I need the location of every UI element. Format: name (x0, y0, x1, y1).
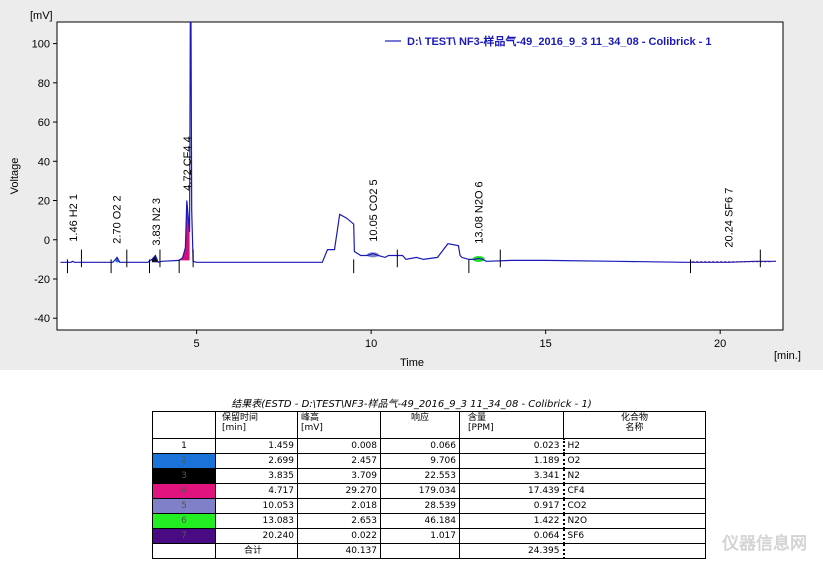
x-tick-label: 5 (194, 338, 200, 350)
chromatogram-panel: -40 -20 0 20 40 60 80 100 5 10 15 20 [mV] [min.] Time V… (0, 0, 823, 370)
cell-name: O2 (562, 453, 706, 469)
results-header-row: 保留时间 [min] 峰高 [mV] 响应 含量 [PPM] 化合物 名称 (152, 411, 706, 439)
cell-response: 22.553 (380, 468, 460, 484)
cell-height: 0.008 (297, 438, 381, 454)
y-tick-label: 40 (38, 156, 50, 168)
results-section: 结果表(ESTD - D:\TEST\NF3-样品气-49_2016_9_3 1… (0, 370, 823, 574)
total-cell-5 (562, 543, 706, 559)
cell-response: 9.706 (380, 453, 460, 469)
cell-rt: 10.053 (215, 498, 298, 514)
peak-label: 20.24 SF6 7 (724, 188, 736, 248)
results-header-5: 化合物 名称 (563, 411, 706, 439)
x-tick-label: 10 (365, 338, 377, 350)
x-tick-label: 20 (714, 338, 726, 350)
y-tick-label: -20 (34, 274, 50, 286)
y-tick-label: -40 (34, 313, 50, 325)
results-header-0 (152, 411, 216, 439)
plot-area (56, 21, 784, 331)
results-table: 保留时间 [min] 峰高 [mV] 响应 含量 [PPM] 化合物 名称 1 1.459… (152, 411, 706, 559)
x-axis-label: Time (400, 357, 424, 369)
results-header-3: 响应 (380, 411, 460, 439)
cell-height: 0.022 (297, 528, 381, 544)
y-tick-label: 0 (44, 235, 50, 247)
cell-name: CF4 (562, 483, 706, 499)
peak-label: 1.46 H2 1 (68, 194, 80, 242)
y-tick-label: 60 (38, 117, 50, 129)
chromatogram-chart: -40 -20 0 20 40 60 80 100 5 10 15 20 [mV] [min.] Time V… (9, 10, 801, 369)
y-unit-label: [mV] (30, 10, 53, 22)
results-title: 结果表(ESTD - D:\TEST\NF3-样品气-49_2016_9_3 1… (231, 399, 592, 410)
total-cell-2: 40.137 (297, 543, 381, 559)
cell-height: 2.457 (297, 453, 381, 469)
cell-height: 3.709 (297, 468, 381, 484)
cell-content: 0.064 (459, 528, 564, 544)
peak-label: 10.05 CO2 5 (368, 179, 380, 241)
cell-idx: 2 (152, 453, 216, 469)
total-cell-1: 合计 (215, 543, 298, 559)
cell-name: N2 (562, 468, 706, 484)
cell-content: 1.189 (459, 453, 564, 469)
table-row: 7 20.240 0.022 1.017 0.064 SF6 (152, 528, 706, 544)
cell-height: 2.653 (297, 513, 381, 529)
cell-idx: 4 (152, 483, 216, 499)
cell-idx: 1 (152, 438, 216, 454)
table-row: 1 1.459 0.008 0.066 0.023 H2 (152, 438, 706, 454)
cell-rt: 3.835 (215, 468, 298, 484)
peak-label: 3.83 N2 3 (151, 198, 163, 246)
y-tick-label: 80 (38, 78, 50, 90)
cell-response: 46.184 (380, 513, 460, 529)
cell-content: 0.917 (459, 498, 564, 514)
table-row: 3 3.835 3.709 22.553 3.341 N2 (152, 468, 706, 484)
cell-name: SF6 (562, 528, 706, 544)
table-row: 6 13.083 2.653 46.184 1.422 N2O (152, 513, 706, 529)
table-row: 4 4.717 29.270 179.034 17.439 CF4 (152, 483, 706, 499)
cell-height: 2.018 (297, 498, 381, 514)
cell-response: 0.066 (380, 438, 460, 454)
peak-label: 13.08 N2O 6 (474, 181, 486, 243)
cell-name: CO2 (562, 498, 706, 514)
cell-name: N2O (562, 513, 706, 529)
total-cell-4: 24.395 (459, 543, 564, 559)
table-row: 5 10.053 2.018 28.539 0.917 CO2 (152, 498, 706, 514)
total-cell-0 (152, 543, 216, 559)
cell-rt: 13.083 (215, 513, 298, 529)
cell-rt: 20.240 (215, 528, 298, 544)
cell-idx: 6 (152, 513, 216, 529)
cell-content: 0.023 (459, 438, 564, 454)
cell-response: 28.539 (380, 498, 460, 514)
peak-label: 2.70 O2 2 (111, 195, 123, 243)
legend-label: D:\ TEST\ NF3-样品气-49_2016_9_3 11_34_08 -… (407, 34, 711, 48)
cell-response: 1.017 (380, 528, 460, 544)
cell-content: 1.422 (459, 513, 564, 529)
cell-idx: 5 (152, 498, 216, 514)
total-cell-3 (380, 543, 460, 559)
cell-idx: 7 (152, 528, 216, 544)
x-unit-label: [min.] (774, 350, 801, 362)
table-row: 2 2.699 2.457 9.706 1.189 O2 (152, 453, 706, 469)
y-tick-label: 20 (38, 196, 50, 208)
total-row: 合计 40.137 24.395 (152, 543, 706, 559)
cell-content: 17.439 (459, 483, 564, 499)
results-header-4: 含量 [PPM] (459, 411, 564, 439)
watermark: 仪器信息网 (722, 534, 807, 554)
cell-rt: 2.699 (215, 453, 298, 469)
cell-content: 3.341 (459, 468, 564, 484)
cell-name: H2 (562, 438, 706, 454)
cell-height: 29.270 (297, 483, 381, 499)
cell-idx: 3 (152, 468, 216, 484)
cell-rt: 4.717 (215, 483, 298, 499)
y-axis-label: Voltage (9, 158, 21, 195)
x-tick-label: 15 (540, 338, 552, 350)
results-header-2: 峰高 [mV] (297, 411, 381, 439)
cell-response: 179.034 (380, 483, 460, 499)
cell-rt: 1.459 (215, 438, 298, 454)
y-tick-label: 100 (32, 39, 50, 51)
peak-label: 4.72 CF4 4 (182, 136, 194, 190)
results-header-1: 保留时间 [min] (215, 411, 298, 439)
